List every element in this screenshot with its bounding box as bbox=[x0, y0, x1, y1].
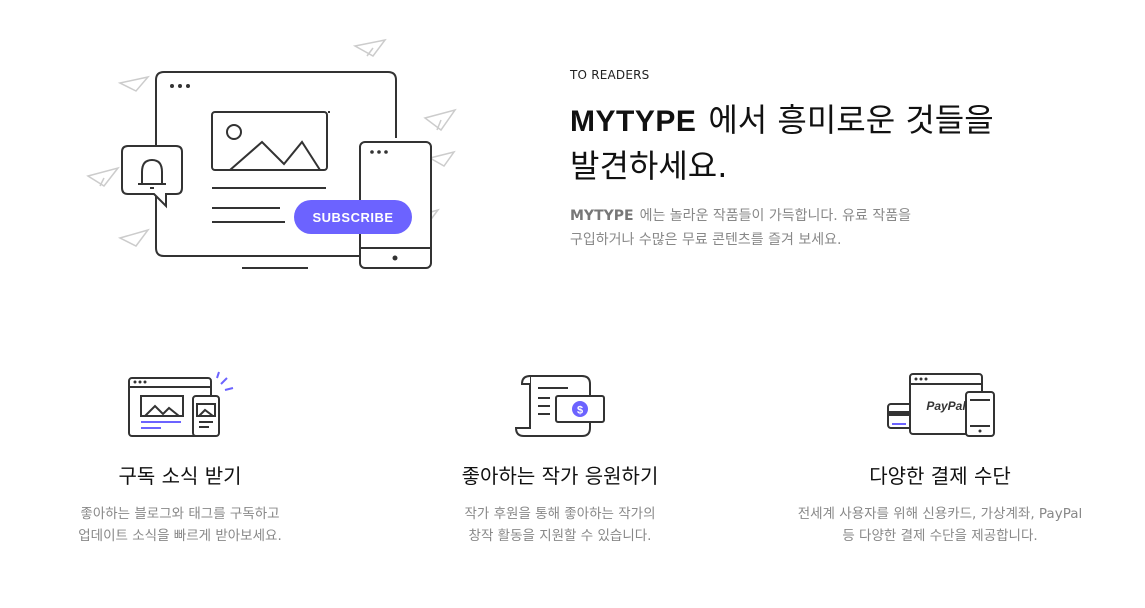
feature-description: 좋아하는 블로그와 태그를 구독하고 업데이트 소식을 빠르게 받아보세요. bbox=[30, 503, 330, 547]
feature-subscribe: 구독 소식 받기 좋아하는 블로그와 태그를 구독하고 업데이트 소식을 빠르게… bbox=[30, 360, 330, 547]
feature-description: 전세계 사용자를 위해 신용카드, 가상계좌, PayPal 등 다양한 결제 … bbox=[790, 503, 1090, 547]
subscribe-button[interactable]: SUBSCRIBE bbox=[294, 200, 412, 234]
feature-desc-line1: 좋아하는 블로그와 태그를 구독하고 bbox=[80, 506, 280, 522]
desc-line2: 구입하거나 수많은 무료 콘텐츠를 즐겨 보세요. bbox=[570, 232, 842, 248]
desc-line1: 에는 놀라운 작품들이 가득합니다. 유료 작품을 bbox=[639, 208, 912, 224]
headline-line2: 발견하세요. bbox=[570, 147, 728, 185]
feature-support: $ 좋아하는 작가 응원하기 작가 후원을 통해 좋아하는 작가의 창작 활동을… bbox=[410, 360, 710, 547]
feature-desc-line1: 작가 후원을 통해 좋아하는 작가의 bbox=[464, 506, 656, 522]
subscribe-label: SUBSCRIBE bbox=[312, 210, 393, 225]
hero-illustration: SUBSCRIBE bbox=[86, 38, 457, 269]
feature-title: 좋아하는 작가 응원하기 bbox=[461, 464, 659, 488]
feature-description: 작가 후원을 통해 좋아하는 작가의 창작 활동을 지원할 수 있습니다. bbox=[410, 503, 710, 547]
feature-title: 다양한 결제 수단 bbox=[869, 464, 1011, 488]
headline-brand: MYTYPE bbox=[570, 105, 697, 138]
browser-phone-icon bbox=[128, 371, 234, 437]
scroll-money-icon: $ bbox=[514, 375, 605, 437]
hero-text: TO READERS MYTYPE 에서 흥미로운 것들을 발견하세요. MYTY… bbox=[570, 68, 1110, 252]
feature-title: 구독 소식 받기 bbox=[118, 464, 242, 488]
page-title: MYTYPE 에서 흥미로운 것들을 발견하세요. bbox=[570, 98, 1110, 188]
dollar-icon: $ bbox=[577, 405, 583, 417]
feature-desc-line2: 창작 활동을 지원할 수 있습니다. bbox=[468, 528, 652, 544]
eyebrow-label: TO READERS bbox=[570, 68, 650, 82]
bell-icon bbox=[121, 145, 183, 209]
feature-desc-line1: 전세계 사용자를 위해 신용카드, 가상계좌, PayPal bbox=[797, 506, 1083, 522]
paypal-payment-icon: PayPal bbox=[887, 373, 995, 437]
paypal-logo-icon: PayPal bbox=[926, 399, 966, 413]
desc-brand: MYTYPE bbox=[570, 208, 634, 224]
headline-rest: 에서 흥미로운 것들을 bbox=[708, 101, 994, 139]
feature-desc-line2: 업데이트 소식을 빠르게 받아보세요. bbox=[78, 528, 282, 544]
feature-payment: PayPal 다양한 결제 수단 전세계 사용자를 위해 신용카드, 가상계좌,… bbox=[790, 360, 1090, 547]
hero-description: MYTYPE 에는 놀라운 작품들이 가득합니다. 유료 작품을 구입하거나 수많… bbox=[570, 204, 970, 252]
feature-desc-line2: 등 다양한 결제 수단을 제공합니다. bbox=[842, 528, 1038, 544]
